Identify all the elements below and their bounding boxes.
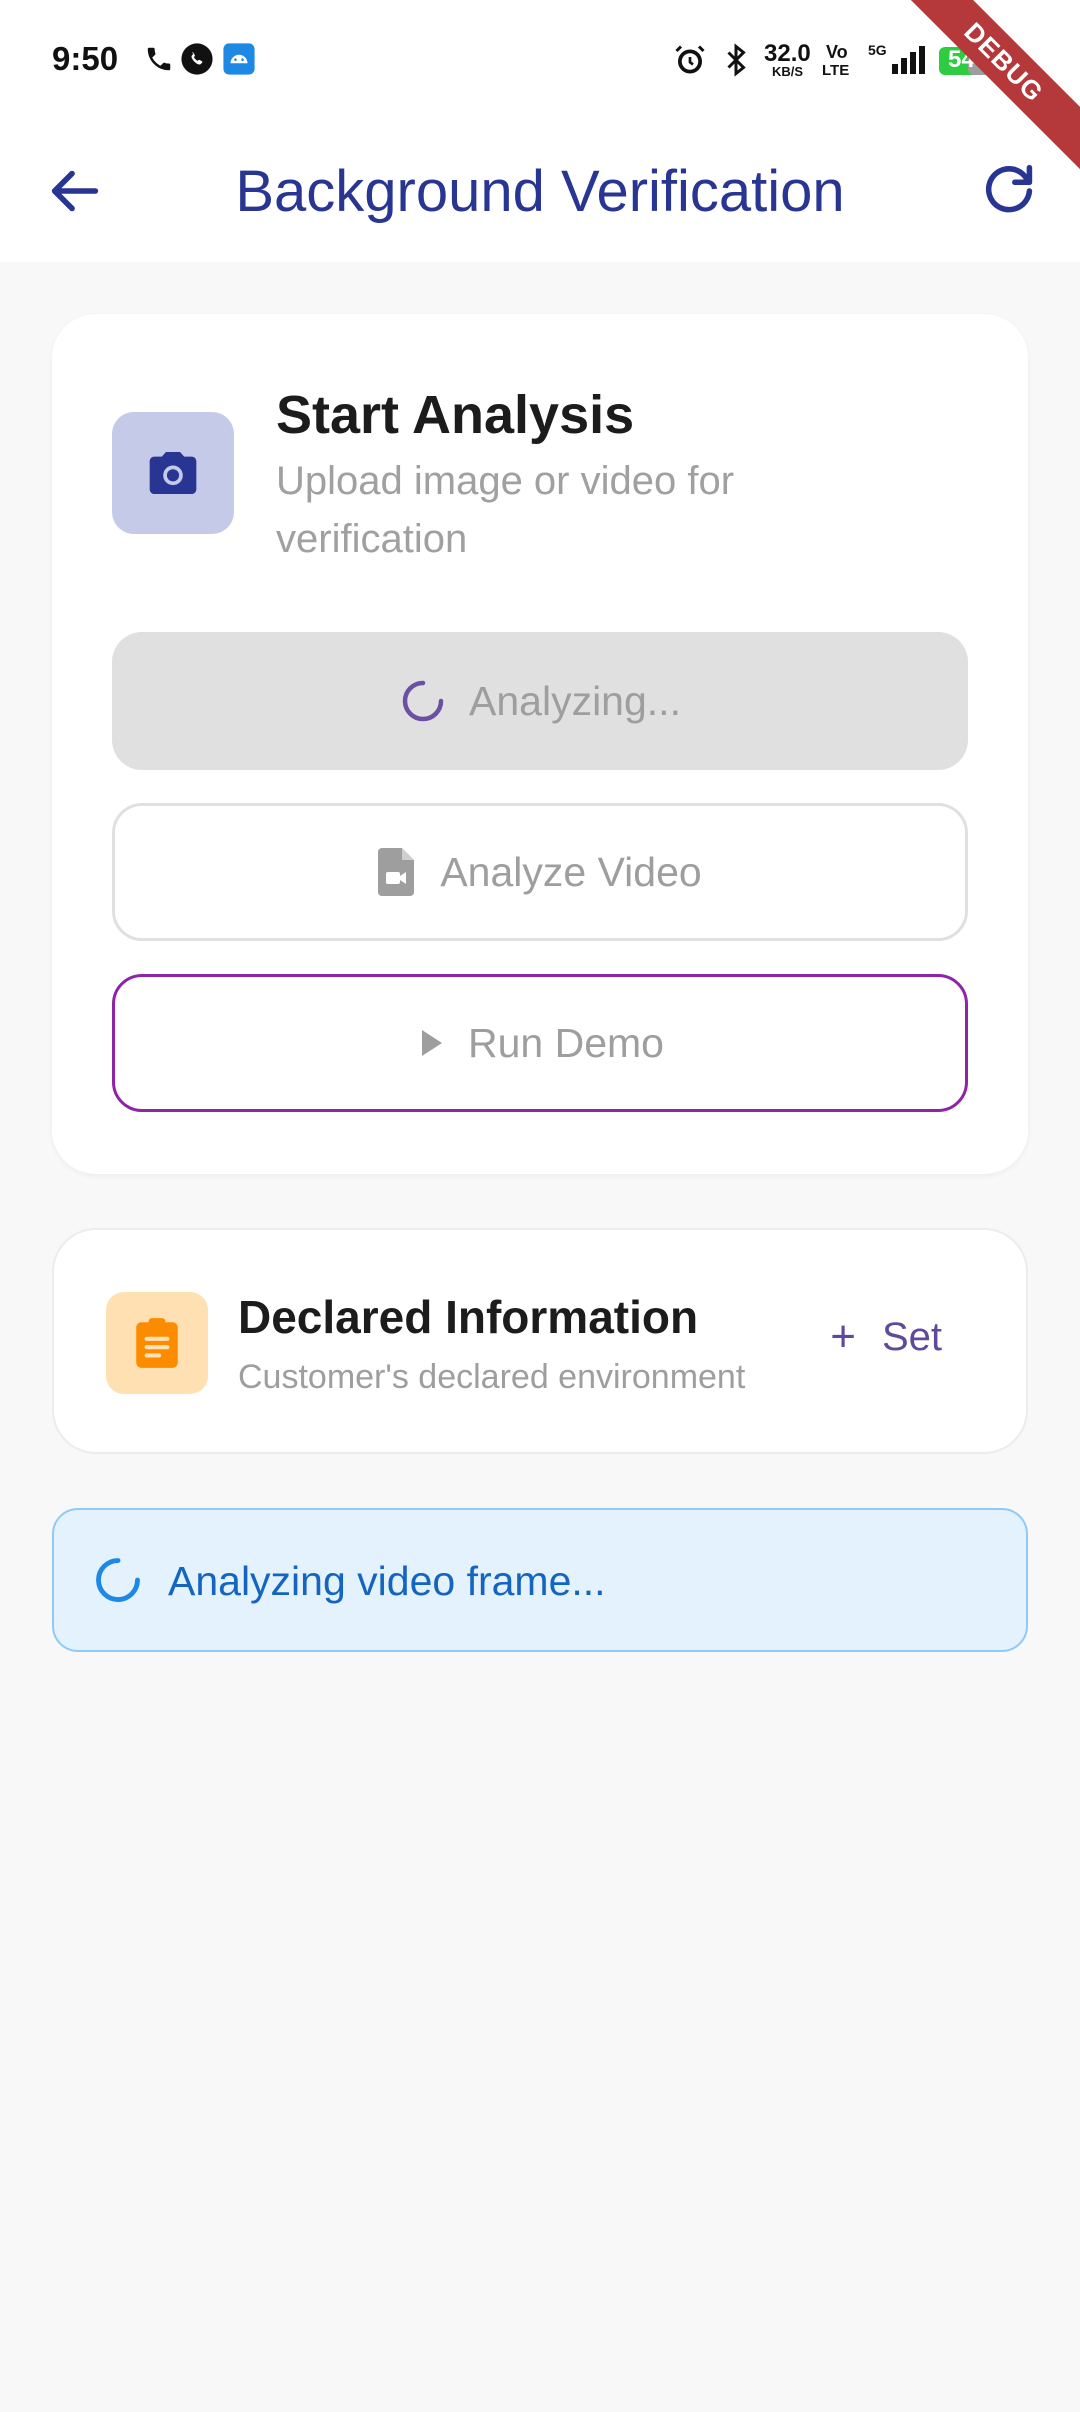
run-demo-button[interactable]: Run Demo: [112, 974, 968, 1112]
volte-label-top: Vo: [826, 42, 848, 62]
volte-label-bottom: LTE: [822, 62, 850, 79]
camera-tile: [112, 412, 234, 534]
analysis-status-banner: Analyzing video frame...: [52, 1508, 1028, 1652]
page-title: Background Verification: [235, 159, 845, 224]
run-demo-label: Run Demo: [468, 1019, 664, 1066]
analysis-subtitle: Upload image or video for verification: [276, 459, 735, 561]
video-file-icon: [378, 848, 418, 896]
analysis-title: Start Analysis: [276, 385, 635, 445]
set-button[interactable]: + Set: [830, 1312, 942, 1362]
screen: 9:50 32.0 KB/S Vo LTE 5G 54 DEBUG Backgr…: [0, 0, 1080, 2412]
declared-subtitle: Customer's declared environment: [238, 1358, 746, 1396]
alarm-icon: [672, 42, 708, 83]
declared-information-card: Declared Information Customer's declared…: [52, 1228, 1028, 1454]
camera-icon: [149, 452, 197, 494]
bluetooth-icon: [718, 42, 754, 83]
app-bar: Background Verification: [0, 120, 1080, 262]
analyzing-label: Analyzing...: [469, 677, 681, 724]
analyzing-button[interactable]: Analyzing...: [112, 632, 968, 770]
status-bar: 9:50 32.0 KB/S Vo LTE 5G 54: [0, 0, 1080, 120]
refresh-button[interactable]: [974, 156, 1044, 226]
signal-icon: [884, 44, 928, 81]
status-time: 9:50: [52, 40, 119, 77]
network-speed-unit: KB/S: [772, 64, 804, 79]
analyze-video-label: Analyze Video: [440, 848, 702, 895]
status-text: Analyzing video frame...: [168, 1558, 606, 1604]
play-icon: [416, 1026, 446, 1060]
plus-icon: +: [830, 1312, 856, 1361]
analyze-video-button[interactable]: Analyze Video: [112, 803, 968, 941]
refresh-icon: [985, 164, 1033, 213]
declared-title: Declared Information: [238, 1291, 699, 1343]
whatsapp-icon: [180, 42, 214, 81]
spinner-icon: [96, 1558, 140, 1602]
set-label: Set: [881, 1314, 942, 1359]
spinner-icon: [399, 677, 447, 725]
clipboard-tile: [106, 1292, 208, 1394]
android-app-icon: [222, 42, 256, 81]
start-analysis-card: Start Analysis Upload image or video for…: [52, 314, 1028, 1174]
phone-icon: [144, 44, 174, 79]
clipboard-icon: [136, 1318, 178, 1368]
